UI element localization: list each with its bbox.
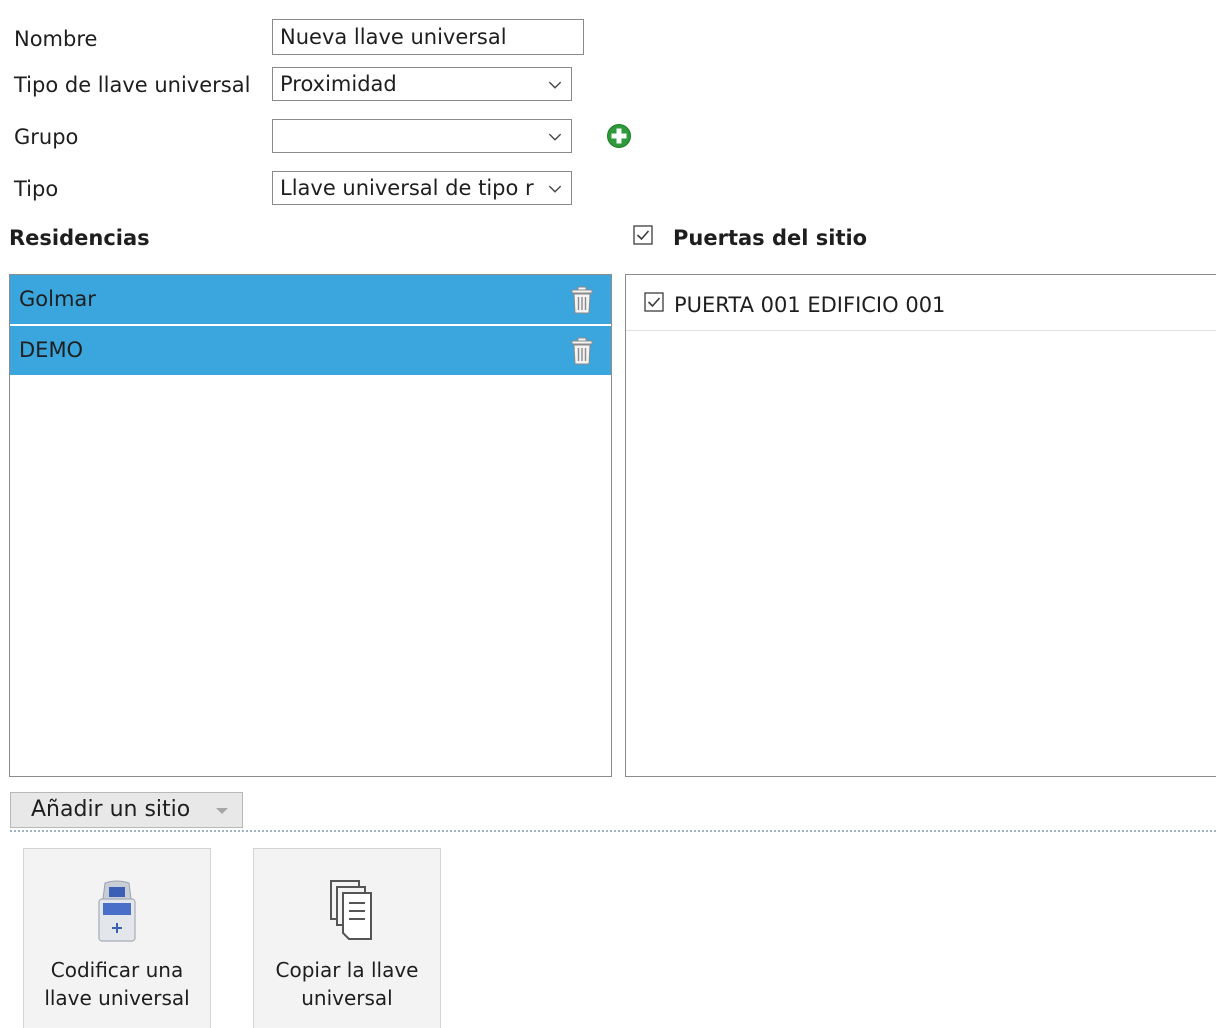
residencia-name: Golmar	[19, 287, 96, 311]
puertas-title: Puertas del sitio	[673, 226, 868, 250]
tipo-value: Llave universal de tipo r	[280, 176, 534, 200]
encoder-device-icon	[98, 880, 136, 942]
grupo-label: Grupo	[14, 125, 79, 149]
encode-label-1: Codificar una	[50, 958, 184, 982]
door-checkbox[interactable]	[644, 292, 664, 312]
residencia-name: DEMO	[19, 338, 84, 362]
caret-down-icon	[216, 808, 228, 814]
list-item[interactable]: Golmar	[10, 275, 611, 326]
trash-icon[interactable]	[569, 337, 595, 365]
list-item[interactable]: DEMO	[10, 326, 611, 377]
copy-documents-icon	[330, 880, 372, 940]
add-site-button[interactable]: Añadir un sitio	[10, 792, 243, 828]
puertas-list: PUERTA 001 EDIFICIO 001	[625, 274, 1216, 777]
door-name: PUERTA 001 EDIFICIO 001	[674, 293, 946, 317]
tipo-select[interactable]: Llave universal de tipo r	[272, 171, 572, 205]
chevron-down-icon	[548, 185, 562, 193]
tipo-llave-label: Tipo de llave universal	[14, 73, 251, 97]
encode-key-button[interactable]: Codificar una llave universal	[23, 848, 211, 1028]
copy-label-2: universal	[301, 986, 393, 1010]
add-group-icon[interactable]	[606, 123, 632, 149]
grupo-select[interactable]	[272, 119, 572, 153]
copy-key-button[interactable]: Copiar la llave universal	[253, 848, 441, 1028]
divider	[10, 830, 1216, 832]
copy-label-1: Copiar la llave	[275, 958, 419, 982]
encode-label-2: llave universal	[44, 986, 190, 1010]
tipo-llave-select[interactable]: Proximidad	[272, 67, 572, 101]
tipo-label: Tipo	[14, 177, 59, 201]
list-item[interactable]: PUERTA 001 EDIFICIO 001	[626, 275, 1216, 331]
nombre-input[interactable]: Nueva llave universal	[272, 19, 584, 55]
chevron-down-icon	[548, 133, 562, 141]
nombre-label: Nombre	[14, 27, 98, 51]
all-doors-checkbox[interactable]	[633, 225, 653, 245]
trash-icon[interactable]	[569, 286, 595, 314]
residencias-list: Golmar DEMO	[9, 274, 612, 777]
add-site-label: Añadir un sitio	[31, 797, 191, 822]
chevron-down-icon	[548, 81, 562, 89]
residencias-title: Residencias	[9, 226, 150, 250]
tipo-llave-value: Proximidad	[280, 72, 397, 96]
